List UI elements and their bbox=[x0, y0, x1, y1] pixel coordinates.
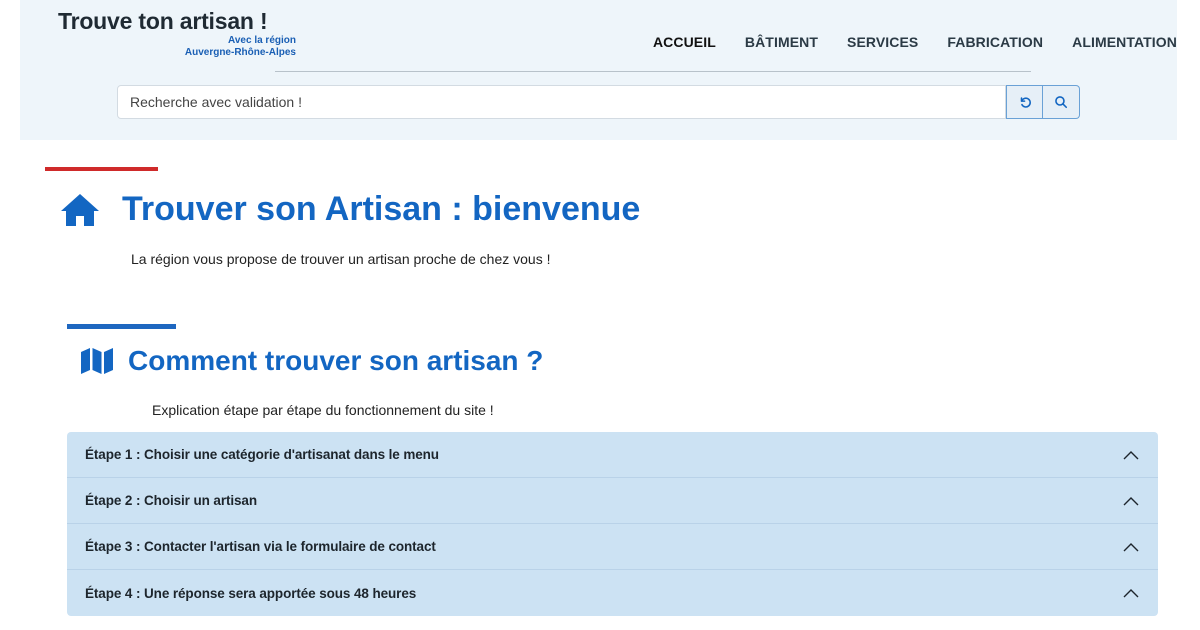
map-icon bbox=[81, 348, 113, 374]
howto-title: Comment trouver son artisan ? bbox=[128, 345, 544, 376]
chevron-up-icon bbox=[1123, 589, 1139, 598]
chevron-up-icon bbox=[1123, 496, 1139, 505]
accordion-step-4[interactable]: Étape 4 : Une réponse sera apportée sous… bbox=[67, 570, 1158, 616]
accordion-step-label: Étape 1 : Choisir une catégorie d'artisa… bbox=[85, 447, 439, 462]
chevron-up-icon bbox=[1123, 450, 1139, 459]
accordion-step-label: Étape 2 : Choisir un artisan bbox=[85, 493, 257, 508]
nav-item-alimentation[interactable]: ALIMENTATION bbox=[1072, 34, 1177, 50]
search-input[interactable] bbox=[117, 85, 1006, 119]
welcome-heading: Trouver son Artisan : bienvenue bbox=[60, 190, 640, 229]
home-icon bbox=[61, 193, 99, 226]
steps-accordion: Étape 1 : Choisir une catégorie d'artisa… bbox=[67, 432, 1158, 616]
reset-icon bbox=[1020, 97, 1031, 108]
search-bar bbox=[117, 85, 1081, 119]
logo[interactable]: Trouve ton artisan ! Avec la région Auve… bbox=[58, 8, 298, 59]
nav-item-batiment[interactable]: BÂTIMENT bbox=[745, 34, 818, 50]
search-button[interactable] bbox=[1043, 85, 1080, 119]
accordion-step-3[interactable]: Étape 3 : Contacter l'artisan via le for… bbox=[67, 524, 1158, 570]
nav-item-fabrication[interactable]: FABRICATION bbox=[947, 34, 1043, 50]
welcome-intro: La région vous propose de trouver un art… bbox=[131, 251, 551, 267]
accordion-step-label: Étape 3 : Contacter l'artisan via le for… bbox=[85, 539, 436, 554]
accordion-step-2[interactable]: Étape 2 : Choisir un artisan bbox=[67, 478, 1158, 524]
section-accent-red bbox=[45, 167, 158, 171]
logo-subtitle-line1: Avec la région bbox=[228, 35, 296, 46]
accordion-step-1[interactable]: Étape 1 : Choisir une catégorie d'artisa… bbox=[67, 432, 1158, 478]
site-header: Trouve ton artisan ! Avec la région Auve… bbox=[20, 0, 1177, 140]
logo-title: Trouve ton artisan ! bbox=[58, 8, 268, 34]
page-title: Trouver son Artisan : bienvenue bbox=[122, 190, 641, 228]
howto-heading: Comment trouver son artisan ? bbox=[80, 345, 543, 377]
logo-subtitle-line2: Auvergne-Rhône-Alpes bbox=[184, 47, 296, 58]
main-nav: ACCUEIL BÂTIMENT SERVICES FABRICATION AL… bbox=[624, 34, 1177, 50]
chevron-up-icon bbox=[1123, 542, 1139, 551]
search-icon bbox=[1055, 96, 1068, 109]
nav-divider bbox=[275, 71, 1031, 72]
nav-item-accueil[interactable]: ACCUEIL bbox=[653, 34, 716, 50]
accordion-step-label: Étape 4 : Une réponse sera apportée sous… bbox=[85, 585, 417, 601]
nav-item-services[interactable]: SERVICES bbox=[847, 34, 918, 50]
howto-explain: Explication étape par étape du fonctionn… bbox=[152, 402, 494, 418]
section-accent-blue bbox=[67, 324, 176, 329]
reset-button[interactable] bbox=[1006, 85, 1043, 119]
